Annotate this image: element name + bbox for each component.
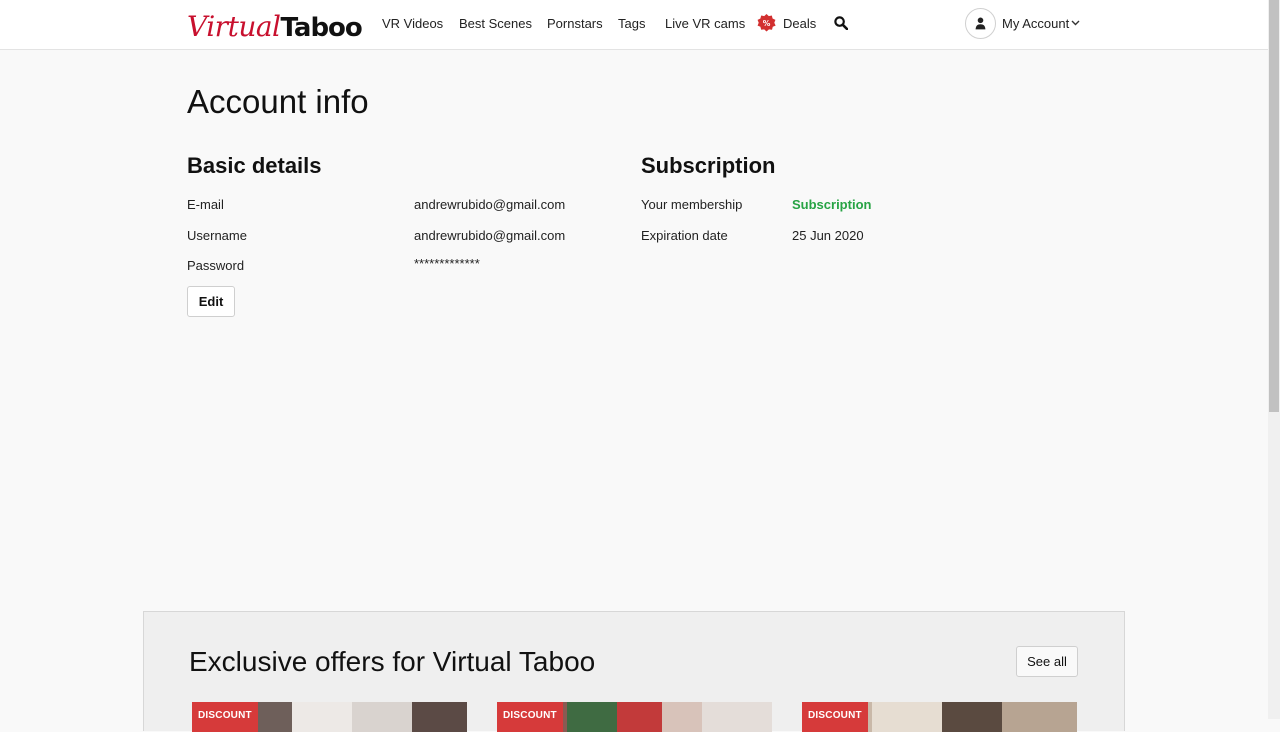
logo-virtual-text: Virtual xyxy=(187,10,281,43)
my-account-menu[interactable]: My Account xyxy=(1002,16,1069,31)
basic-details-heading: Basic details xyxy=(187,153,322,178)
expiration-label: Expiration date xyxy=(641,228,728,243)
exclusive-offers-section: Exclusive offers for Virtual Taboo See a… xyxy=(143,611,1125,732)
user-icon xyxy=(975,17,986,30)
discount-badge: DISCOUNT xyxy=(497,702,563,732)
site-header: VirtualTaboo VR Videos Best Scenes Porns… xyxy=(0,0,1268,50)
subscription-heading: Subscription xyxy=(641,153,776,178)
password-label: Password xyxy=(187,258,245,273)
password-value: ************* xyxy=(414,256,480,271)
offer-card[interactable]: DISCOUNT xyxy=(802,702,1077,732)
deals-badge-icon[interactable]: % xyxy=(757,14,776,33)
offer-card[interactable]: DISCOUNT xyxy=(192,702,467,732)
username-label: Username xyxy=(187,228,247,243)
edit-button[interactable]: Edit xyxy=(187,286,235,317)
nav-best-scenes[interactable]: Best Scenes xyxy=(459,16,532,31)
offer-card[interactable]: DISCOUNT xyxy=(497,702,772,732)
username-value: andrewrubido@gmail.com xyxy=(414,228,566,243)
discount-badge: DISCOUNT xyxy=(192,702,258,732)
nav-live-vr-cams[interactable]: Live VR cams xyxy=(665,16,745,31)
site-logo[interactable]: VirtualTaboo xyxy=(187,10,363,44)
email-label: E-mail xyxy=(187,197,224,212)
avatar[interactable] xyxy=(965,8,996,39)
membership-label: Your membership xyxy=(641,197,743,212)
nav-pornstars[interactable]: Pornstars xyxy=(547,16,603,31)
page-title: Account info xyxy=(187,83,369,120)
see-all-button[interactable]: See all xyxy=(1016,646,1078,677)
discount-badge: DISCOUNT xyxy=(802,702,868,732)
membership-value: Subscription xyxy=(792,197,872,212)
nav-deals[interactable]: Deals xyxy=(783,16,816,31)
offers-title: Exclusive offers for Virtual Taboo xyxy=(189,646,596,677)
email-value: andrewrubido@gmail.com xyxy=(414,197,566,212)
expiration-value: 25 Jun 2020 xyxy=(792,228,864,243)
logo-taboo-text: Taboo xyxy=(280,13,363,43)
scrollbar-thumb[interactable] xyxy=(1269,0,1279,412)
chevron-down-icon[interactable] xyxy=(1071,20,1080,26)
svg-text:%: % xyxy=(763,19,771,28)
nav-vr-videos[interactable]: VR Videos xyxy=(382,16,443,31)
search-icon[interactable] xyxy=(834,16,848,30)
nav-tags[interactable]: Tags xyxy=(618,16,645,31)
